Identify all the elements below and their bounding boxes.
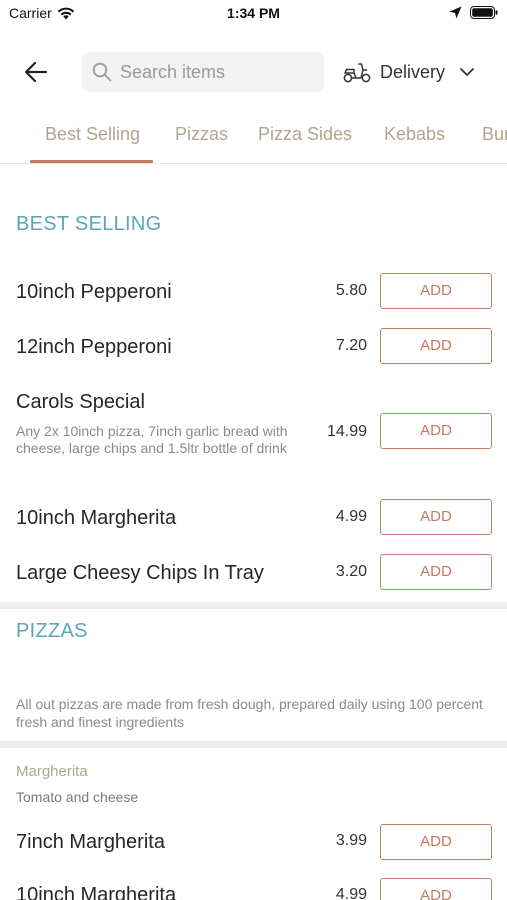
- section-divider: [0, 602, 507, 609]
- item-description: Any 2x 10inch pizza, 7inch garlic bread …: [16, 423, 288, 456]
- add-button[interactable]: ADD: [380, 554, 492, 590]
- delivery-selector[interactable]: Delivery: [342, 56, 475, 88]
- add-button[interactable]: ADD: [380, 328, 492, 364]
- section-note: All out pizzas are made from fresh dough…: [16, 696, 483, 730]
- item-price: 4.99: [335, 508, 367, 525]
- section-title-pizzas: PIZZAS: [16, 620, 88, 642]
- item-price: 5.80: [335, 282, 367, 299]
- item-price: 4.99: [335, 886, 367, 900]
- tab-burgers[interactable]: Bur: [482, 124, 507, 145]
- header: Delivery: [0, 50, 507, 94]
- category-tabs: Best Selling Pizzas Pizza Sides Kebabs B…: [0, 110, 507, 164]
- item-name: Carols Special: [16, 391, 145, 413]
- item-price: 14.99: [326, 423, 367, 440]
- tab-best-selling[interactable]: Best Selling: [45, 124, 140, 145]
- item-name: 10inch Margherita: [16, 507, 177, 529]
- add-button[interactable]: ADD: [380, 499, 492, 535]
- scooter-icon: [343, 63, 371, 83]
- add-button[interactable]: ADD: [380, 824, 492, 860]
- tab-pizzas[interactable]: Pizzas: [175, 124, 228, 145]
- item-name: 10inch Margherita: [16, 884, 177, 900]
- add-button[interactable]: ADD: [380, 273, 492, 309]
- item-price: 7.20: [335, 337, 367, 354]
- chevron-down-icon: [460, 68, 474, 76]
- tab-pizza-sides[interactable]: Pizza Sides: [258, 124, 352, 145]
- battery-icon: [470, 6, 498, 19]
- group-description: Tomato and cheese: [16, 789, 139, 805]
- item-name: 12inch Pepperoni: [16, 336, 172, 358]
- search-input[interactable]: [120, 61, 310, 83]
- item-name: 7inch Margherita: [16, 831, 165, 853]
- back-button[interactable]: [20, 58, 52, 86]
- group-heading: Margherita: [16, 763, 88, 780]
- section-divider: [0, 741, 507, 748]
- location-arrow-icon: [449, 6, 462, 19]
- back-arrow-icon: [24, 61, 48, 83]
- status-time: 1:34 PM: [227, 5, 280, 21]
- add-button[interactable]: ADD: [380, 878, 492, 900]
- section-title-best-selling: BEST SELLING: [16, 213, 162, 235]
- status-bar: Carrier 1:34 PM: [0, 0, 507, 30]
- item-name: Large Cheesy Chips In Tray: [16, 562, 264, 584]
- status-right: [449, 6, 498, 19]
- search-box[interactable]: [82, 52, 324, 92]
- add-button[interactable]: ADD: [380, 413, 492, 449]
- item-price: 3.99: [335, 832, 367, 849]
- active-tab-indicator: [30, 160, 153, 163]
- item-name: 10inch Pepperoni: [16, 281, 172, 303]
- item-price: 3.20: [335, 563, 367, 580]
- search-icon: [92, 62, 112, 82]
- delivery-label: Delivery: [380, 61, 446, 82]
- tab-kebabs[interactable]: Kebabs: [384, 124, 445, 145]
